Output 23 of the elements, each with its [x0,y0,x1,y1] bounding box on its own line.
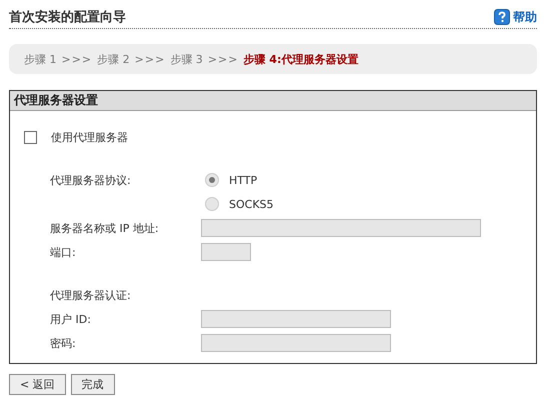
help-link[interactable]: 帮助 [494,8,537,26]
field-label: 代理服务器协议: [49,172,132,188]
checkbox-label: 使用代理服务器 [51,130,128,144]
breadcrumb-separator: >>> [62,52,92,66]
finish-button[interactable]: 完成 [70,374,115,395]
radio-label: HTTP [229,174,258,186]
breadcrumb-separator: >>> [208,52,238,66]
breadcrumb-step: 步骤 3 [170,52,203,66]
field-label: 服务器名称或 IP 地址: [49,220,160,236]
section-label: 代理服务器认证: [49,288,132,302]
breadcrumb-separator: >>> [134,52,166,66]
panel-title: 代理服务器设置 [10,91,536,111]
field-label: 端口: [49,244,77,260]
breadcrumb-step: 步骤 4:代理服务器设置 [243,52,358,66]
checkbox[interactable] [24,130,37,144]
field-label: 密码: [49,336,77,350]
help-icon [494,9,510,25]
breadcrumb-step: 步骤 2 [97,52,130,66]
breadcrumb-step: 步骤 1 [24,52,56,66]
back-button[interactable]: < 返回 [9,374,66,395]
field-label: 用户 ID: [49,312,92,326]
radio-label: SOCKS5 [229,198,274,210]
page-title: 首次安装的配置向导 [9,8,126,26]
